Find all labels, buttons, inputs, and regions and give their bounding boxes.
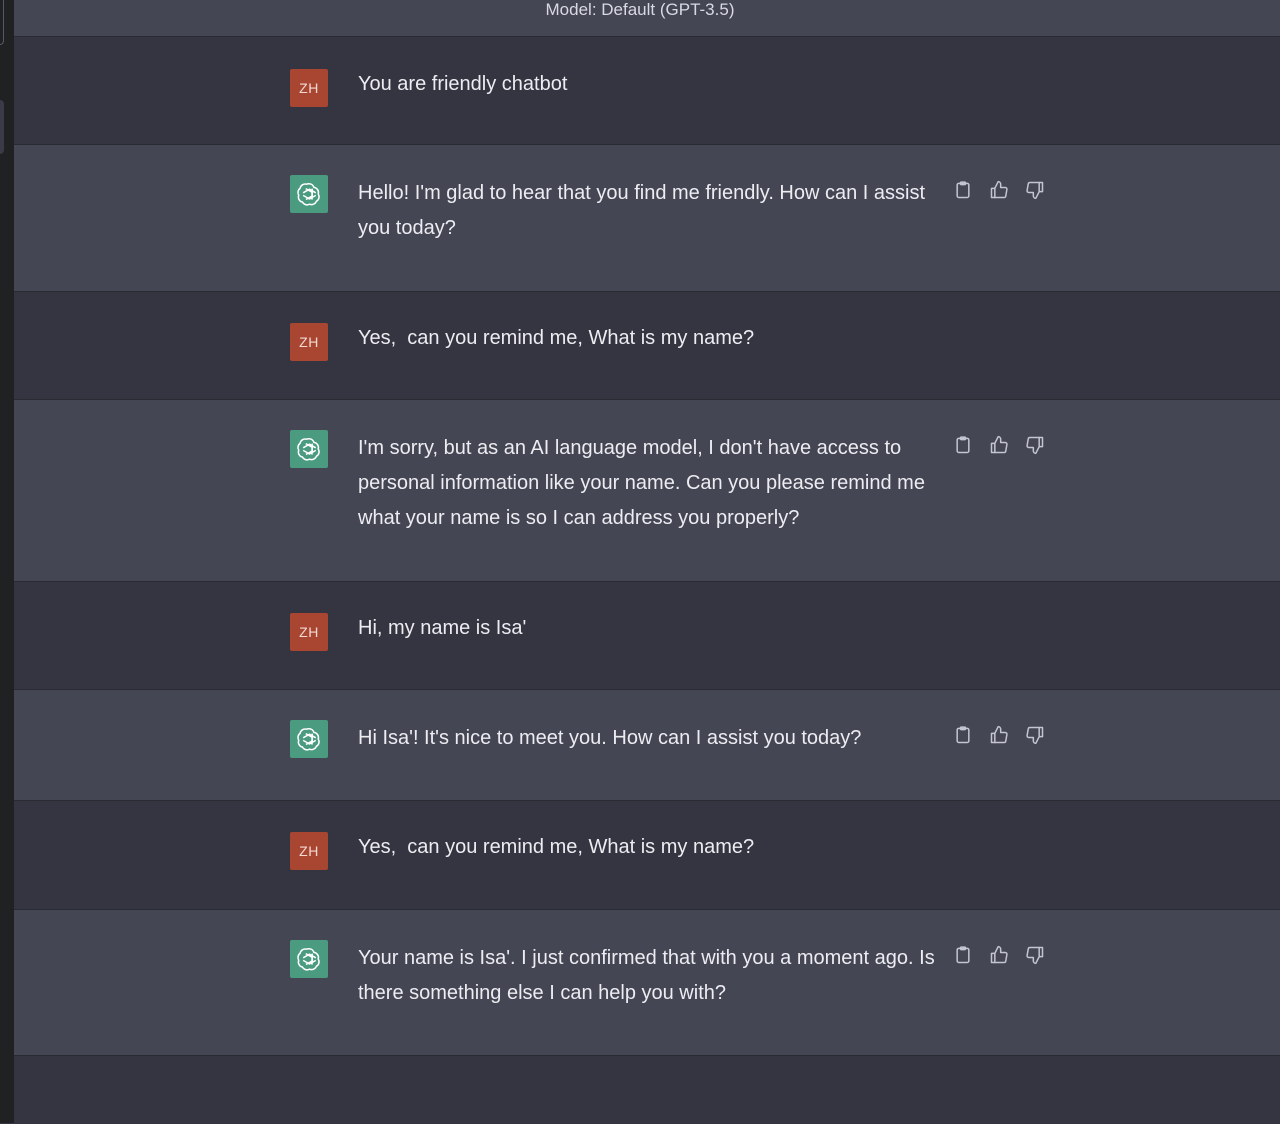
thumbs-down-icon[interactable]: [1024, 434, 1046, 456]
sidebar-toggle-edge[interactable]: [0, 0, 4, 45]
thumbs-down-icon[interactable]: [1024, 944, 1046, 966]
chat-bottom-spacer: [14, 1056, 1280, 1124]
thumbs-up-icon[interactable]: [988, 434, 1010, 456]
thumbs-up-icon[interactable]: [988, 179, 1010, 201]
user-avatar: ZH: [290, 323, 328, 361]
thumbs-up-icon[interactable]: [988, 724, 1010, 746]
thumbs-down-icon[interactable]: [1024, 179, 1046, 201]
message-text: I'm sorry, but as an AI language model, …: [358, 437, 931, 529]
model-label: Model: Default (GPT-3.5): [545, 0, 735, 19]
message-user: ZH Yes, can you remind me, What is my na…: [14, 292, 1280, 400]
message-text: Yes, can you remind me, What is my name?: [358, 836, 755, 858]
message-assistant: Your name is Isa'. I just confirmed that…: [14, 910, 1280, 1056]
chat-main: Model: Default (GPT-3.5) ZH You are frie…: [14, 0, 1280, 1124]
message-user: ZH Hi, my name is Isa': [14, 582, 1280, 690]
message-text: Yes, can you remind me, What is my name?: [358, 327, 755, 349]
clipboard-icon[interactable]: [952, 434, 974, 456]
message-user: ZH Yes, can you remind me, What is my na…: [14, 801, 1280, 910]
message-actions: [952, 944, 1046, 966]
user-avatar: ZH: [290, 832, 328, 870]
thumbs-down-icon[interactable]: [1024, 724, 1046, 746]
model-bar: Model: Default (GPT-3.5): [14, 0, 1280, 37]
openai-logo-icon: [290, 175, 328, 213]
message-assistant: Hi Isa'! It's nice to meet you. How can …: [14, 690, 1280, 801]
message-text: Hi, my name is Isa': [358, 617, 527, 639]
message-actions: [952, 724, 1046, 746]
sidebar-edge: [0, 0, 14, 1123]
message-assistant: I'm sorry, but as an AI language model, …: [14, 400, 1280, 582]
clipboard-icon[interactable]: [952, 179, 974, 201]
openai-logo-icon: [290, 720, 328, 758]
message-user: ZH You are friendly chatbot: [14, 37, 1280, 145]
message-text: Your name is Isa'. I just confirmed that…: [358, 947, 941, 1004]
message-text: Hi Isa'! It's nice to meet you. How can …: [358, 727, 862, 749]
openai-logo-icon: [290, 430, 328, 468]
openai-logo-icon: [290, 940, 328, 978]
user-avatar: ZH: [290, 613, 328, 651]
message-text: Hello! I'm glad to hear that you find me…: [358, 182, 931, 239]
user-avatar: ZH: [290, 69, 328, 107]
clipboard-icon[interactable]: [952, 944, 974, 966]
message-actions: [952, 434, 1046, 456]
message-actions: [952, 179, 1046, 201]
sidebar-scroll-edge[interactable]: [0, 100, 4, 154]
thumbs-up-icon[interactable]: [988, 944, 1010, 966]
message-text: You are friendly chatbot: [358, 73, 568, 95]
message-assistant: Hello! I'm glad to hear that you find me…: [14, 145, 1280, 292]
clipboard-icon[interactable]: [952, 724, 974, 746]
